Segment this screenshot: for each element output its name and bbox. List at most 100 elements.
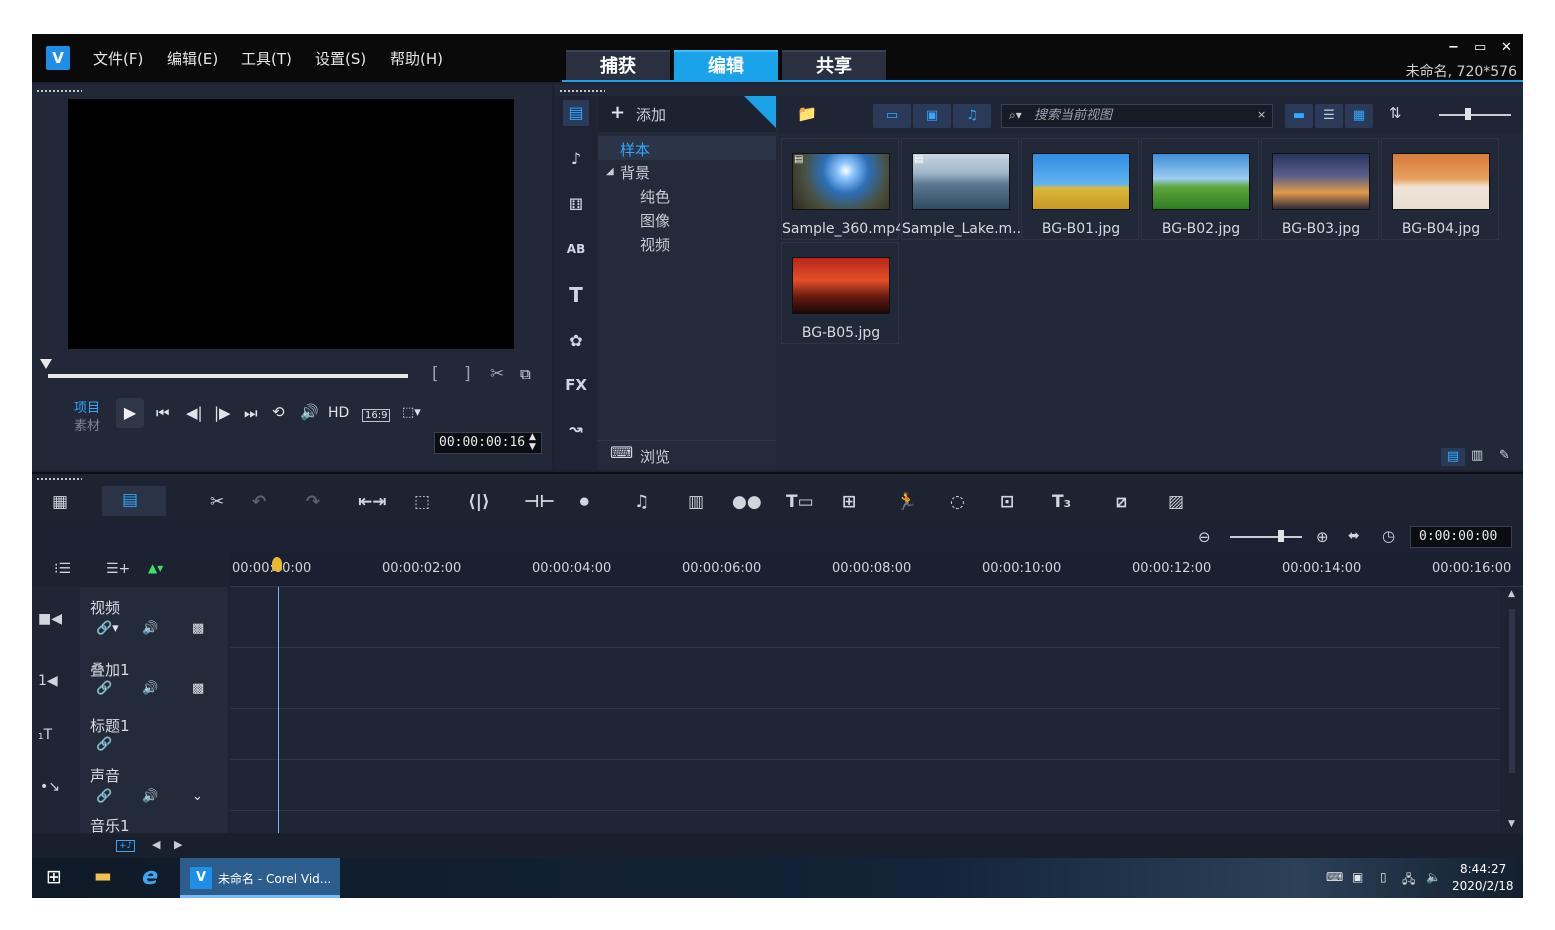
track-row-voice[interactable] [230,760,1500,811]
path-icon[interactable]: ↝ [563,416,589,442]
scrubber-handle[interactable] [40,359,52,369]
playhead-marker[interactable] [272,557,282,571]
3d-title-icon[interactable]: T₃ [1052,492,1071,512]
scrub-bar[interactable] [48,374,408,378]
ab-transition-icon[interactable]: AB [563,236,589,262]
restore-button[interactable]: ▭ [1474,40,1486,55]
sound-mixer-icon[interactable]: ♫ [634,492,649,512]
grid-view-icon[interactable]: ▦ [1345,104,1373,128]
timecode-stepper-icon[interactable]: ▲ ▼ [529,432,536,452]
go-to-start-icon[interactable]: ⏮ [156,404,170,422]
pan-zoom-icon[interactable]: ⊡ [1000,492,1014,512]
previous-frame-icon[interactable]: ◀| [186,404,203,422]
track-row-video[interactable] [230,587,1500,648]
zoom-out-icon[interactable]: ⊖ [1198,528,1211,546]
media-item[interactable]: BG-B03.jpg [1261,138,1379,240]
redo-icon[interactable]: ↷ [306,492,320,512]
time-remapping-icon[interactable]: 🏃 [896,492,917,512]
expand-icon[interactable]: ⌄ [192,789,203,804]
tree-item-image[interactable]: 图像 [640,210,670,231]
scroll-left-icon[interactable]: ◀ [152,838,160,851]
subtitle-icon[interactable]: T▭ [786,492,814,512]
tab-share[interactable]: 共享 [782,50,886,82]
track-manager-icon[interactable]: ⁝☰ [54,561,71,577]
clock-time[interactable]: 8:44:27 [1460,862,1506,876]
search-input[interactable]: 搜索当前视图 [1001,104,1273,128]
link-icon[interactable]: 🔗 [96,789,112,804]
ripple-edit-icon[interactable]: ⇤⇥ [358,492,387,512]
close-button[interactable]: ✕ [1501,40,1512,55]
show-video-icon[interactable]: ▭ [873,104,911,128]
import-folder-icon[interactable]: 📁 [797,104,817,123]
pin-icon[interactable] [744,96,776,128]
tree-item-video[interactable]: 视频 [640,234,670,255]
usb-icon[interactable]: ▯ [1380,870,1387,884]
track-row-overlay[interactable] [230,648,1500,709]
mode-clip[interactable]: 素材 [74,415,100,434]
speaker-icon[interactable]: 🔈 [1426,870,1441,884]
menu-tools[interactable]: 工具(T) [241,48,292,69]
play-icon[interactable]: ▶ [116,398,144,428]
expand-triangle-icon[interactable]: ◢ [606,166,614,177]
media-item[interactable]: ▤ Sample_Lake.m... [901,138,1020,240]
multicam-icon[interactable]: ▥ [688,492,704,512]
show-audio-icon[interactable]: ♫ [953,104,991,128]
mute-icon[interactable]: 🔊 [142,621,158,636]
clear-search-icon[interactable]: × [1257,108,1266,121]
split-icon[interactable]: ⟨|⟩ [468,492,490,512]
timecode-field[interactable]: 00:00:00:16 [434,432,542,454]
media-library-icon[interactable]: ▤ [563,100,589,126]
volume-icon[interactable]: 🔊 [300,403,319,421]
track-area[interactable] [230,587,1500,833]
panel-grip[interactable] [36,477,82,481]
vm-tools-icon[interactable]: ▣ [1352,870,1363,884]
mark-in-button[interactable]: [ [432,364,439,384]
tab-capture[interactable]: 捕获 [566,50,670,82]
ripple-icon[interactable]: ▩ [192,681,204,696]
media-item[interactable]: BG-B01.jpg [1021,138,1139,240]
options-panel-icon[interactable]: ▥ [1471,448,1483,463]
record-icon[interactable]: ⏺ [580,492,589,512]
filter-fx-icon[interactable]: FX [563,372,589,398]
fit-timeline-icon[interactable]: ⬚ [414,492,430,512]
crop-tool-icon[interactable]: ⬚▾ [402,405,421,420]
audio-toggle-icon[interactable]: +♪ [116,840,136,852]
menu-settings[interactable]: 设置(S) [315,48,366,69]
mute-icon[interactable]: 🔊 [142,681,158,696]
link-icon[interactable]: 🔗 [96,681,112,696]
link-icon[interactable]: 🔗▾ [96,621,119,636]
mark-out-button[interactable]: ] [464,364,471,384]
zoom-slider-thumb[interactable] [1278,530,1284,542]
menu-file[interactable]: 文件(F) [93,48,143,69]
tab-edit[interactable]: 编辑 [674,50,778,82]
link-icon[interactable]: 🔗 [96,737,112,752]
menu-help[interactable]: 帮助(H) [390,48,443,69]
browse-button[interactable]: ⌨ 浏览 [598,440,776,470]
color-grading-icon[interactable]: ⧄ [1116,492,1127,512]
list-view-icon[interactable]: ☰ [1315,104,1343,128]
add-track-icon[interactable]: ☰+ [106,561,130,577]
track-row-title[interactable] [230,709,1500,760]
media-item[interactable]: BG-B05.jpg [781,242,899,344]
tree-item-solid[interactable]: 纯色 [640,186,670,207]
windows-start-icon[interactable]: ⊞ [46,866,62,888]
internet-explorer-icon[interactable]: e [142,862,158,890]
tools-icon[interactable]: ✂ [210,492,224,512]
zoom-slider[interactable] [1230,536,1302,538]
tree-item-background[interactable]: 背景 [620,162,650,183]
graphic-icon[interactable]: ✿ [563,328,589,354]
timeline-view-button[interactable]: ▤ [102,486,166,516]
trim-icon[interactable]: ⊣⊢ [524,492,555,512]
tree-item-sample[interactable]: 样本 [598,136,776,160]
media-item[interactable]: BG-B02.jpg [1141,138,1259,240]
next-frame-icon[interactable]: |▶ [214,404,231,422]
timeline-scrollbar[interactable]: ▲ ▼ [1502,587,1523,833]
sort-icon[interactable]: ⇅ [1389,104,1402,122]
menu-edit[interactable]: 编辑(E) [167,48,218,69]
split-screen-icon[interactable]: ⊞ [842,492,856,512]
minimize-button[interactable]: − [1448,40,1459,55]
library-view-toggle-icon[interactable]: ▤ [1441,448,1465,466]
transition-icon[interactable]: ⚅ [563,192,589,218]
time-ruler[interactable]: 00:00:00:00 00:00:02:00 00:00:04:00 00:0… [230,553,1523,587]
go-to-end-icon[interactable]: ⏭ [244,404,258,422]
